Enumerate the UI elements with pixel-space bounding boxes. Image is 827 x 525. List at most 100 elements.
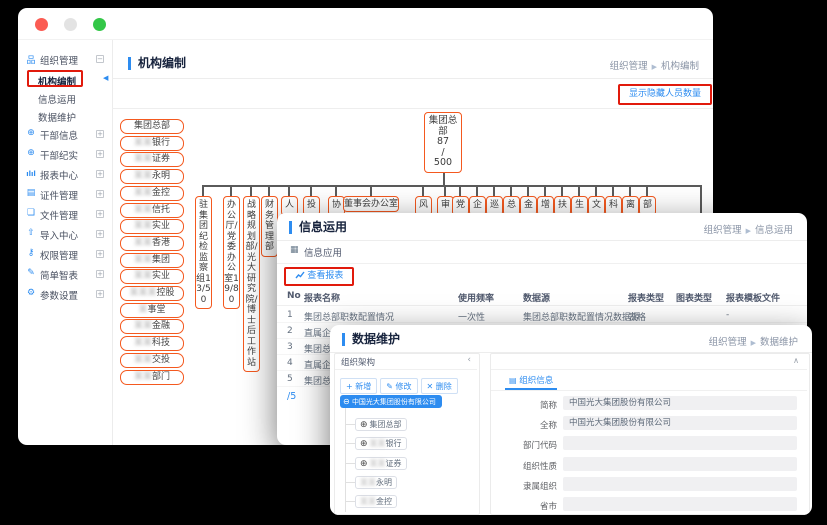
org-list-item[interactable]: 某某信托 (120, 203, 184, 218)
document-icon: ▤ (509, 376, 517, 385)
form-input-省市[interactable] (563, 497, 797, 511)
form-label: 隶属组织 (499, 480, 557, 492)
collapse-up-icon[interactable]: ∧ (793, 356, 799, 365)
table-header-cell: No (287, 291, 301, 301)
page-header: 数据维护 组织管理▶数据维护 (330, 325, 812, 353)
table-cell: 一次性 (458, 310, 485, 323)
table-row[interactable]: 1集团总部职数配置情况一次性集团总部职数配置情况数据源表格- (277, 307, 807, 323)
connector-line (370, 185, 372, 196)
connector-line (544, 185, 546, 196)
data-maintenance-window: 数据维护 组织管理▶数据维护 组织架构 ‹ + 新增✎ 修改✕ 删除 ⊖ 中国光… (330, 325, 812, 515)
connector-line (476, 185, 478, 196)
connector-line (444, 185, 446, 196)
plus-circle-icon[interactable]: ⊕ (360, 459, 368, 469)
pagination[interactable]: /5 (287, 391, 296, 402)
redacted-text: 某某 (370, 439, 386, 448)
org-list-item[interactable]: 某某集团 (120, 253, 184, 268)
breadcrumb-item[interactable]: 组织管理 (709, 337, 747, 348)
pencil-icon: ✎ (386, 382, 393, 391)
org-node[interactable]: 董事会办公室 (343, 196, 399, 212)
collapse-left-icon[interactable]: ‹ (467, 355, 471, 365)
page-title: 数据维护 (342, 333, 400, 346)
table-cell: 2 (287, 326, 293, 336)
org-node[interactable]: 驻集团纪检监察组13/50 (195, 196, 212, 309)
breadcrumb: 组织管理▶数据维护 (709, 334, 798, 348)
edit-node-button[interactable]: ✎ 修改 (380, 378, 417, 394)
delete-node-button[interactable]: ✕ 删除 (421, 378, 458, 394)
form-input-组织性质[interactable] (563, 457, 797, 471)
tree-connector-stub (345, 463, 355, 464)
org-list-item[interactable]: 某某证券 (120, 152, 184, 167)
table-header-cell: 报表类型 (628, 291, 664, 304)
form-input-全称[interactable]: 中国光大集团股份有限公司 (563, 416, 797, 430)
form-input-隶属组织[interactable] (563, 477, 797, 491)
redacted-text: 某某 (134, 138, 152, 148)
org-list-item[interactable]: 某某实业 (120, 219, 184, 234)
plus-circle-icon[interactable]: ⊕ (360, 420, 368, 430)
connector-line (612, 185, 614, 196)
org-node[interactable]: 战略规划部/光大研究院/博士后工作站 (243, 196, 260, 372)
org-node[interactable]: 财务管理部 (261, 196, 278, 257)
tree-node[interactable]: 某某信托 (355, 515, 397, 516)
section-title: 信息应用 (304, 245, 342, 259)
connector-line (561, 185, 563, 196)
form-input-简称[interactable]: 中国光大集团股份有限公司 (563, 396, 797, 410)
table-header-cell: 报表名称 (304, 291, 340, 304)
breadcrumb-item[interactable]: 组织管理 (704, 225, 742, 236)
connector-line (202, 185, 204, 196)
org-root-node[interactable]: 集团总部87 / 500 (424, 112, 462, 173)
connector-line (493, 185, 495, 196)
plus-circle-icon[interactable]: ⊕ (360, 439, 368, 449)
org-root-count: 87 / 500 (433, 137, 453, 169)
tree-node[interactable]: ⊕某某银行 (355, 437, 407, 450)
connector-line (510, 185, 512, 196)
org-list-item[interactable]: 某某香港 (120, 236, 184, 251)
breadcrumb: 组织管理 ▶ 信息运用 (704, 222, 793, 236)
org-tree: ⊕集团总部 ⊕某某银行 ⊕某某证券某某永明某某金控某某信托 (335, 408, 477, 514)
panel-header: ∧ (491, 354, 807, 370)
org-list-item[interactable]: 集团总部 (120, 119, 184, 134)
table-header-cell: 图表类型 (676, 291, 712, 304)
connector-line (335, 185, 337, 196)
org-info-form: 简称中国光大集团股份有限公司全称中国光大集团股份有限公司部门代码组织性质隶属组织… (491, 391, 807, 514)
breadcrumb-item[interactable]: 数据维护 (760, 337, 798, 348)
redacted-text: 某某 (134, 271, 152, 281)
org-list-item[interactable]: 某某科技 (120, 336, 184, 351)
redacted-text: 某某 (134, 321, 152, 331)
redacted-text: 某某 (134, 372, 152, 382)
table-header-cell: 使用频率 (458, 291, 494, 304)
org-list-item[interactable]: 某某部门 (120, 370, 184, 385)
form-input-部门代码[interactable] (563, 436, 797, 450)
tree-node[interactable]: 某某金控 (355, 495, 397, 508)
org-list-item[interactable]: 某某金控 (120, 186, 184, 201)
x-icon: ✕ (427, 382, 434, 391)
table-cell: 1 (287, 310, 293, 320)
org-list-item[interactable]: 某某实业 (120, 269, 184, 284)
breadcrumb-separator: ▶ (746, 227, 751, 235)
org-node[interactable]: 办公厅/党委办公室19/80 (223, 196, 240, 309)
org-list-item[interactable]: 某某金融 (120, 319, 184, 334)
tree-node[interactable]: ⊕某某证券 (355, 457, 407, 470)
connector-line (250, 185, 252, 196)
tree-root-node[interactable]: ⊖ 中国光大集团股份有限公司 (340, 395, 442, 408)
table-cell: 3 (287, 342, 293, 352)
org-list-item[interactable]: 某某某控股 (120, 286, 184, 301)
org-list-item[interactable]: 某事堂 (120, 303, 184, 318)
redacted-text: 某某 (134, 338, 152, 348)
connector-line (578, 185, 580, 196)
org-list-item[interactable]: 某某交投 (120, 353, 184, 368)
view-report-button[interactable]: 查看报表 (286, 269, 352, 284)
table-header-cell: 数据源 (523, 291, 550, 304)
add-node-button[interactable]: + 新增 (340, 378, 377, 394)
line-chart-icon (295, 271, 305, 279)
tree-node[interactable]: 某某永明 (355, 476, 397, 489)
table-cell: 集团总部职数配置情况 (304, 310, 394, 323)
breadcrumb-item[interactable]: 信息运用 (755, 225, 793, 236)
form-label: 全称 (499, 419, 557, 431)
org-list-item[interactable]: 某某永明 (120, 169, 184, 184)
connector-line (268, 185, 270, 196)
tree-node[interactable]: ⊕集团总部 (355, 418, 407, 431)
redacted-text: 某某 (134, 154, 152, 164)
tab-org-info[interactable]: ▤ 组织信息 (505, 373, 557, 390)
org-list-item[interactable]: 某某银行 (120, 136, 184, 151)
